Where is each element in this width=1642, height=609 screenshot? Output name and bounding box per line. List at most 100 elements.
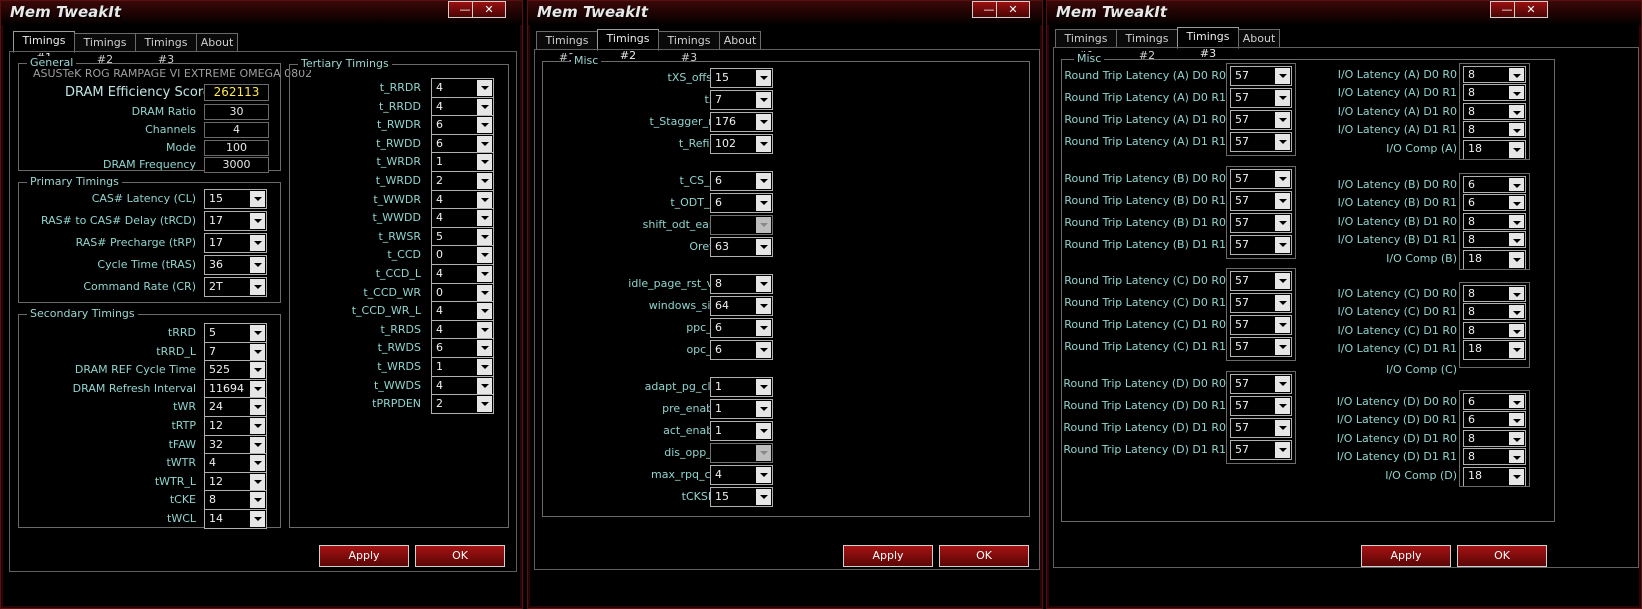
combo-twtr[interactable]: 4 — [204, 453, 267, 474]
combo-t-wrds[interactable]: 1 — [431, 357, 494, 377]
chevron-down-icon[interactable] — [477, 359, 492, 375]
combo-tfaw[interactable]: 32 — [204, 434, 267, 455]
chevron-down-icon[interactable] — [756, 489, 771, 505]
chevron-down-icon[interactable] — [477, 80, 492, 96]
chevron-down-icon[interactable] — [756, 136, 771, 152]
chevron-down-icon[interactable] — [756, 173, 771, 189]
combo-t-wrdd[interactable]: 2 — [431, 171, 494, 191]
chevron-down-icon[interactable] — [756, 342, 771, 358]
combo-windows-size[interactable]: 64 — [710, 296, 773, 316]
chevron-down-icon[interactable] — [477, 154, 492, 171]
combo-trrd-l[interactable]: 7 — [204, 341, 267, 362]
combo-ras-precharge-trp[interactable]: 17 — [204, 233, 267, 253]
chevron-down-icon[interactable] — [756, 423, 771, 439]
combo-trtp[interactable]: 12 — [204, 416, 267, 436]
apply-button[interactable]: Apply — [843, 545, 933, 567]
chevron-down-icon[interactable] — [250, 235, 265, 251]
combo-idle-page-rst-val[interactable]: 8 — [710, 274, 773, 294]
tab-timings-1[interactable]: Timings #1 — [13, 31, 75, 64]
tab-timings-1[interactable]: Timings #1 — [536, 31, 598, 64]
apply-button[interactable]: Apply — [1361, 545, 1451, 567]
combo-opc-th[interactable]: 6 — [710, 340, 773, 360]
tab-timings-3[interactable]: Timings #3 — [135, 33, 197, 66]
chevron-down-icon[interactable] — [250, 418, 265, 434]
chevron-down-icon[interactable] — [756, 239, 771, 255]
ok-button[interactable]: OK — [415, 545, 505, 567]
tab-timings-3[interactable]: Timings #3 — [1177, 27, 1239, 60]
combo-t-rrds[interactable]: 4 — [431, 319, 494, 340]
chevron-down-icon[interactable] — [477, 98, 492, 115]
chevron-down-icon[interactable] — [250, 492, 265, 509]
chevron-down-icon[interactable] — [250, 436, 265, 453]
apply-button[interactable]: Apply — [319, 545, 409, 567]
chevron-down-icon[interactable] — [477, 228, 492, 245]
combo-t-odt-oe[interactable]: 6 — [710, 193, 773, 213]
combo-t-rrdd[interactable]: 4 — [431, 96, 494, 117]
chevron-down-icon[interactable] — [756, 298, 771, 314]
chevron-down-icon[interactable] — [756, 217, 771, 233]
combo-tprpden[interactable]: 2 — [431, 394, 494, 415]
combo-t-wwds[interactable]: 4 — [431, 375, 494, 396]
tab-about[interactable]: About — [196, 33, 238, 52]
combo-cas-latency-cl[interactable]: 15 — [204, 189, 267, 209]
combo-t-ccd[interactable]: 0 — [431, 245, 494, 266]
combo-cycle-time-tras[interactable]: 36 — [204, 255, 267, 275]
close-button[interactable]: ✕ — [1514, 1, 1548, 18]
chevron-down-icon[interactable] — [477, 191, 492, 208]
combo-txs-offset[interactable]: 15 — [710, 68, 773, 88]
chevron-down-icon[interactable] — [250, 399, 265, 416]
chevron-down-icon[interactable] — [756, 379, 771, 395]
combo-t-wwdd[interactable]: 4 — [431, 208, 494, 229]
combo-tcke[interactable]: 8 — [204, 490, 267, 511]
combo-max-rpq-cas[interactable]: 4 — [710, 465, 773, 485]
combo-ras-to-cas-delay-trcd[interactable]: 17 — [204, 211, 267, 231]
chevron-down-icon[interactable] — [477, 210, 492, 227]
chevron-down-icon[interactable] — [756, 195, 771, 211]
combo-t-rwdd[interactable]: 6 — [431, 133, 494, 154]
chevron-down-icon[interactable] — [477, 303, 492, 320]
chevron-down-icon[interactable] — [250, 279, 265, 295]
chevron-down-icon[interactable] — [477, 396, 492, 413]
chevron-down-icon[interactable] — [756, 114, 771, 130]
combo-txp[interactable]: 7 — [710, 90, 773, 110]
chevron-down-icon[interactable] — [250, 380, 265, 397]
combo-twr[interactable]: 24 — [204, 397, 267, 418]
combo-trrd[interactable]: 5 — [204, 323, 267, 343]
chevron-down-icon[interactable] — [477, 247, 492, 264]
chevron-down-icon[interactable] — [250, 473, 265, 490]
combo-t-rwsr[interactable]: 5 — [431, 226, 494, 247]
tab-timings-2[interactable]: Timings #2 — [597, 29, 659, 62]
chevron-down-icon[interactable] — [756, 92, 771, 108]
combo-act-enable[interactable]: 1 — [710, 421, 773, 441]
chevron-down-icon[interactable] — [250, 325, 265, 341]
chevron-down-icon[interactable] — [477, 284, 492, 301]
combo-t-ccd-l[interactable]: 4 — [431, 264, 494, 284]
combo-t-wrdr[interactable]: 1 — [431, 152, 494, 173]
tab-about[interactable]: About — [719, 31, 761, 50]
tab-timings-3[interactable]: Timings #3 — [658, 31, 720, 64]
ok-button[interactable]: OK — [939, 545, 1029, 567]
combo-tcksrx[interactable]: 15 — [710, 487, 773, 507]
combo-dram-refresh-interval[interactable]: 11694 — [204, 378, 267, 399]
chevron-down-icon[interactable] — [250, 362, 265, 379]
chevron-down-icon[interactable] — [477, 340, 492, 357]
tab-about[interactable]: About — [1238, 29, 1280, 48]
combo-t-stagger-ref[interactable]: 176 — [710, 112, 773, 132]
combo-t-refix9[interactable]: 102 — [710, 134, 773, 154]
tab-timings-2[interactable]: Timings #2 — [1116, 29, 1178, 62]
combo-t-rwds[interactable]: 6 — [431, 338, 494, 359]
combo-t-rrdr[interactable]: 4 — [431, 78, 494, 98]
chevron-down-icon[interactable] — [477, 321, 492, 338]
tab-timings-2[interactable]: Timings #2 — [74, 33, 136, 66]
combo-dram-ref-cycle-time[interactable]: 525 — [204, 360, 267, 381]
close-button[interactable]: ✕ — [472, 1, 506, 18]
chevron-down-icon[interactable] — [477, 117, 492, 134]
chevron-down-icon[interactable] — [250, 343, 265, 360]
combo-t-ccd-wr-l[interactable]: 4 — [431, 301, 494, 322]
chevron-down-icon[interactable] — [756, 445, 771, 461]
chevron-down-icon[interactable] — [756, 320, 771, 336]
chevron-down-icon[interactable] — [250, 511, 265, 527]
combo-ppc-th[interactable]: 6 — [710, 318, 773, 338]
chevron-down-icon[interactable] — [477, 266, 492, 282]
chevron-down-icon[interactable] — [756, 70, 771, 86]
